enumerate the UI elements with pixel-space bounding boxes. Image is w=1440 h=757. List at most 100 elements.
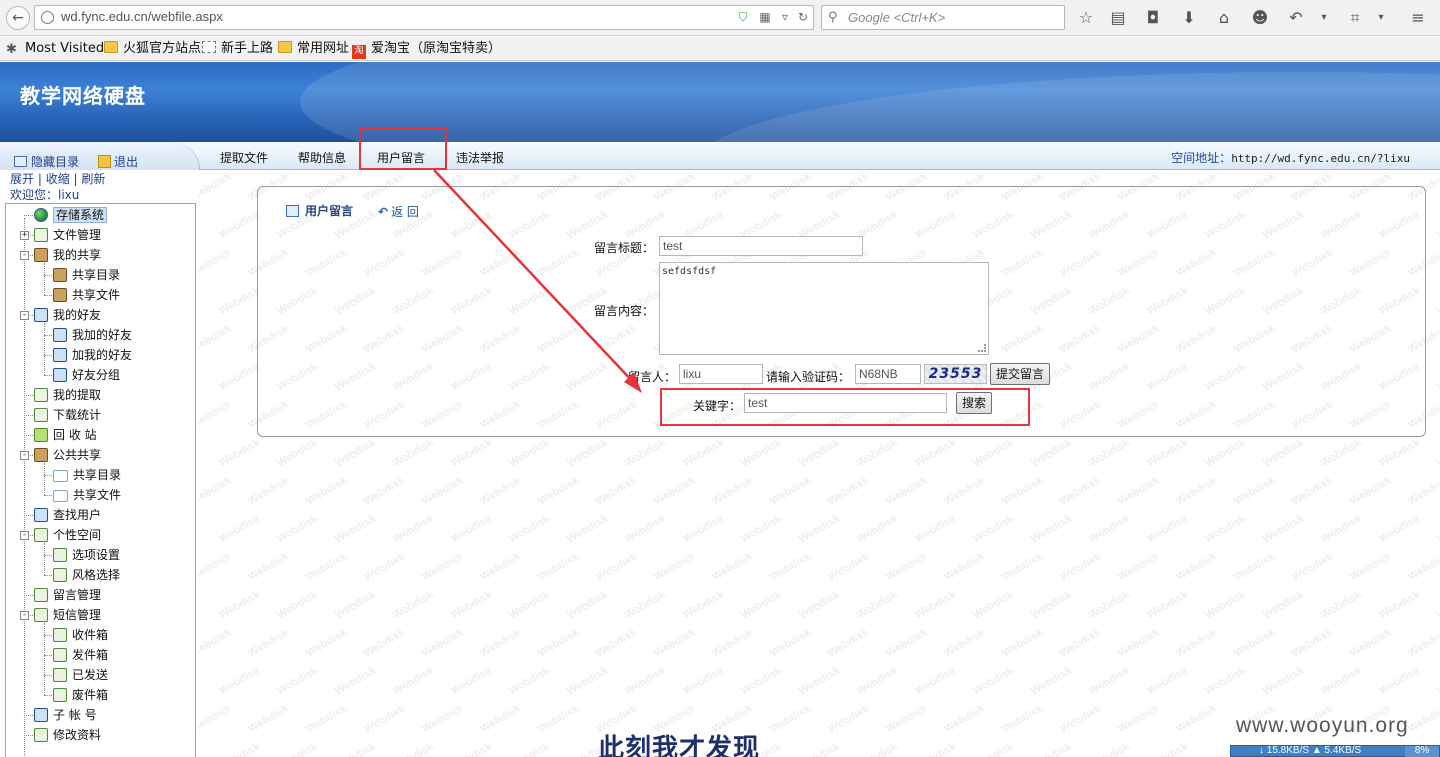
webdisk-watermark: Webdisk	[217, 436, 263, 470]
tree-node[interactable]: 发件箱	[53, 646, 108, 664]
space-address-url[interactable]: http://wd.fync.edu.cn/?lixu	[1231, 152, 1410, 165]
subject-input[interactable]: test	[659, 236, 863, 256]
menu-icon[interactable]: ≡	[1407, 7, 1429, 29]
tree-node[interactable]: 短信管理	[34, 606, 101, 624]
tree-connector	[44, 675, 52, 676]
webdisk-watermark: Webdisk	[391, 512, 437, 546]
tree-node[interactable]: 共享文件	[53, 286, 120, 304]
submit-message-button[interactable]: 提交留言	[990, 363, 1050, 385]
bookmark-common-sites[interactable]: 常用网址	[278, 41, 349, 59]
tree-guide-line	[24, 218, 25, 757]
collapse-icon[interactable]: -	[20, 531, 29, 540]
bookmark-taobao[interactable]: 淘爱淘宝（原淘宝特卖）	[352, 41, 501, 59]
tree-node[interactable]: 存储系统	[34, 206, 108, 224]
expand-icon[interactable]: +	[20, 231, 29, 240]
tree-node[interactable]: 子 帐 号	[34, 706, 97, 724]
tree-guide-line	[44, 263, 45, 295]
url-text[interactable]: wd.fync.edu.cn/webfile.aspx	[61, 9, 223, 24]
tree-node[interactable]: 修改资料	[34, 726, 101, 744]
webdisk-watermark: Webdisk	[1116, 550, 1162, 584]
bookmark-star-icon[interactable]: ☆	[1075, 7, 1097, 29]
webdisk-watermark: Webdisk	[1435, 512, 1440, 546]
shield-icon[interactable]: ⛉	[735, 9, 751, 25]
search-placeholder[interactable]: Google <Ctrl+K>	[848, 10, 945, 25]
webdisk-watermark: Webdisk	[391, 664, 437, 698]
tree-node[interactable]: 废件箱	[53, 686, 108, 704]
collapse-icon[interactable]: -	[20, 451, 29, 460]
tree-node[interactable]: 下载统计	[34, 406, 101, 424]
collapse-icon[interactable]: -	[20, 311, 29, 320]
chat-icon[interactable]: ☻	[1249, 7, 1271, 29]
captcha-label: 请输入验证码：	[766, 370, 851, 384]
url-bar[interactable]: wd.fync.edu.cn/webfile.aspx ⛉ ▦ ▿ ↻	[34, 5, 814, 30]
content-textarea[interactable]: sefdsfdsf	[659, 262, 989, 355]
webdisk-watermark: Webdisk	[1174, 550, 1220, 584]
tree-node[interactable]: 留言管理	[34, 586, 101, 604]
download-icon[interactable]: ⬇	[1178, 7, 1200, 29]
tree-node[interactable]: 加我的好友	[53, 346, 132, 364]
tree-node[interactable]: 收件箱	[53, 626, 108, 644]
bookmark-firefox-official[interactable]: 火狐官方站点	[104, 41, 201, 59]
webdisk-watermark: Webdisk	[362, 626, 408, 660]
exit-link[interactable]: 退出	[98, 153, 138, 170]
net-up: 5.4KB/S	[1324, 745, 1362, 756]
dropdown-icon[interactable]: ▿	[777, 9, 793, 25]
page-icon	[202, 41, 216, 53]
tree-node[interactable]: 个性空间	[34, 526, 101, 544]
search-bar[interactable]: ⚲ Google <Ctrl+K>	[821, 5, 1065, 30]
tree-node[interactable]: 共享目录	[53, 466, 121, 484]
nav-item-help[interactable]: 帮助信息	[298, 149, 346, 166]
hide-dir-link[interactable]: 隐藏目录	[14, 153, 79, 170]
tree-node-label: 已发送	[72, 668, 109, 682]
crop-dropdown-icon[interactable]: ▾	[1370, 7, 1392, 29]
captcha-input[interactable]: N68NB	[855, 364, 921, 384]
share-icon	[53, 288, 67, 302]
separator: |	[34, 172, 46, 186]
tree-node[interactable]: 我加的好友	[53, 326, 132, 344]
tree-node[interactable]: 查找用户	[34, 506, 101, 524]
expand-link[interactable]: 展开	[10, 172, 34, 186]
tree-node[interactable]: 公共共享	[34, 446, 101, 464]
pocket-icon[interactable]: ◘	[1142, 7, 1164, 29]
tree-node[interactable]: 我的共享	[34, 246, 101, 264]
captcha-image[interactable]: 23553	[924, 364, 987, 384]
reload-icon[interactable]: ↻	[795, 9, 811, 25]
undo-icon[interactable]: ↶	[1285, 7, 1307, 29]
webdisk-watermark: Webdisk	[652, 550, 698, 584]
webdisk-watermark: Webdisk	[1348, 626, 1394, 660]
tree-node[interactable]: 选项设置	[53, 546, 120, 564]
webdisk-watermark: Webdisk	[826, 550, 872, 584]
tree-node[interactable]: 文件管理	[34, 226, 101, 244]
tree-node[interactable]: 好友分组	[53, 366, 120, 384]
crop-icon[interactable]: ⌗	[1344, 7, 1366, 29]
tree-node[interactable]: 我的提取	[34, 386, 101, 404]
back-arrow-icon[interactable]: ←	[6, 6, 30, 30]
reading-list-icon[interactable]: ▤	[1107, 7, 1129, 29]
tree-node[interactable]: 我的好友	[34, 306, 101, 324]
tree-node[interactable]: 回 收 站	[34, 426, 97, 444]
webdisk-watermark: Webdisk	[1290, 626, 1336, 660]
webdisk-watermark: Webdisk	[1029, 436, 1075, 470]
bookmark-getting-started[interactable]: 新手上路	[202, 41, 273, 59]
tree-node[interactable]: 共享目录	[53, 266, 120, 284]
author-input[interactable]: lixu	[679, 364, 763, 384]
undo-dropdown-icon[interactable]: ▾	[1313, 7, 1335, 29]
resize-grip-icon[interactable]	[978, 344, 986, 352]
collapse-icon[interactable]: -	[20, 251, 29, 260]
home-icon[interactable]: ⌂	[1213, 7, 1235, 29]
webdisk-watermark: Webdisk	[507, 436, 553, 470]
webdisk-watermark: Webdisk	[913, 512, 959, 546]
qr-icon[interactable]: ▦	[757, 9, 773, 25]
tree-node[interactable]: 共享文件	[53, 486, 121, 504]
nav-item-extract[interactable]: 提取文件	[220, 149, 268, 166]
collapse-link[interactable]: 收缩	[46, 172, 70, 186]
webdisk-watermark: Webdisk	[1000, 474, 1046, 508]
refresh-link[interactable]: 刷新	[81, 172, 105, 186]
tree-node-label: 存储系统	[53, 207, 108, 223]
tree-node[interactable]: 风格选择	[53, 566, 120, 584]
collapse-icon[interactable]: -	[20, 611, 29, 620]
bookmark-most-visited[interactable]: ✱ Most Visited	[6, 41, 104, 59]
nav-item-report[interactable]: 违法举报	[456, 149, 504, 166]
tree-node[interactable]: 已发送	[53, 666, 108, 684]
back-link[interactable]: ↶ 返 回	[378, 203, 419, 220]
